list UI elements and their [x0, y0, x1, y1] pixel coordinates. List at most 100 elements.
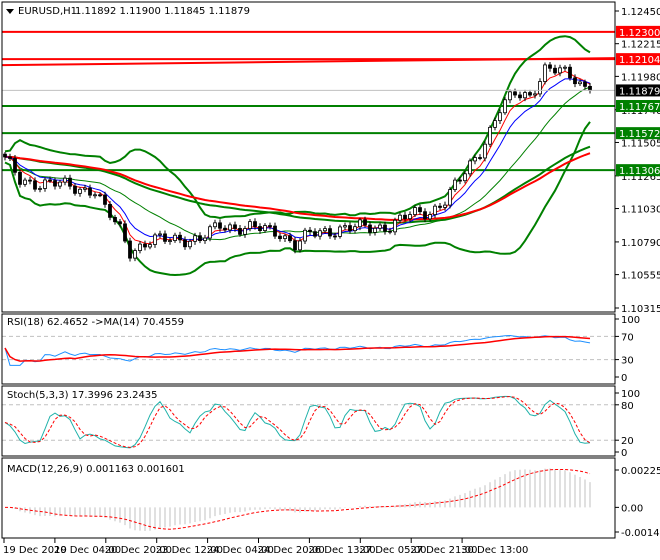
- level-price-tag-label: 1.12104: [619, 55, 660, 66]
- candle: [438, 205, 442, 208]
- candle: [563, 66, 567, 69]
- candle: [558, 67, 562, 74]
- candle: [453, 179, 457, 191]
- candle: [113, 216, 117, 223]
- candle: [283, 235, 287, 239]
- collapse-triangle-icon[interactable]: [6, 9, 14, 14]
- rsi-title: RSI(18) 62.4652 ->MA(14) 70.4559: [7, 317, 184, 328]
- candle: [248, 221, 252, 229]
- candle: [463, 173, 467, 182]
- candle: [208, 226, 212, 239]
- indicator-tick-label: 100: [621, 389, 640, 400]
- candle: [368, 224, 372, 233]
- candle: [93, 194, 97, 197]
- candle: [528, 92, 532, 96]
- candle: [488, 126, 492, 145]
- price-tick-label: 1.10790: [621, 238, 660, 249]
- time-tick-label: 30 Dec 13:00: [461, 545, 528, 556]
- candle: [13, 158, 17, 173]
- candle: [328, 228, 332, 237]
- candle: [68, 177, 72, 187]
- candle: [148, 244, 152, 248]
- candle: [38, 188, 42, 190]
- candle: [168, 240, 172, 242]
- symbol-title: EURUSD,H1: [18, 6, 77, 17]
- candle: [213, 222, 217, 228]
- candle: [123, 223, 127, 242]
- candle: [483, 143, 487, 159]
- candle: [253, 221, 257, 227]
- macd-panel[interactable]: [5, 468, 591, 532]
- candle: [443, 204, 447, 208]
- candle: [83, 187, 87, 190]
- candle: [318, 230, 322, 237]
- stoch-panel[interactable]: [2, 395, 615, 449]
- candle: [23, 179, 27, 185]
- candle: [233, 224, 237, 229]
- candle: [308, 229, 312, 233]
- candle: [238, 228, 242, 235]
- candle: [243, 228, 247, 235]
- price-panel[interactable]: [1, 30, 616, 277]
- candle: [493, 120, 497, 128]
- candle: [358, 219, 362, 228]
- level-price-tag-label: 1.11306: [619, 166, 660, 177]
- candle: [188, 240, 192, 248]
- candle: [63, 177, 67, 183]
- candle: [118, 221, 122, 225]
- indicator-tick-label: 30: [621, 356, 634, 367]
- candle: [158, 233, 162, 236]
- stoch-title: Stoch(5,3,3) 17.3996 23.2435: [7, 390, 158, 401]
- candle: [153, 234, 157, 245]
- candle: [578, 81, 582, 85]
- candle: [583, 81, 587, 87]
- candle: [138, 243, 142, 251]
- candle: [293, 240, 297, 251]
- candle: [103, 194, 107, 205]
- price-tick-label: 1.11030: [621, 205, 660, 216]
- candle: [58, 181, 62, 187]
- candle: [458, 179, 462, 182]
- candle: [313, 231, 317, 237]
- candle: [218, 222, 222, 229]
- price-axes: 1.124501.122151.119801.117401.115051.112…: [615, 7, 660, 539]
- candle: [263, 225, 267, 232]
- candle: [348, 225, 352, 232]
- candle: [303, 229, 307, 242]
- candle: [363, 219, 367, 226]
- level-price-tag-label: 1.11572: [619, 129, 660, 140]
- candle: [268, 225, 272, 227]
- price-tick-label: 1.12215: [621, 40, 660, 51]
- candle: [403, 214, 407, 220]
- candle: [508, 91, 512, 101]
- candle: [88, 187, 92, 196]
- candle: [3, 153, 7, 158]
- candle: [108, 203, 112, 218]
- candle: [198, 235, 202, 242]
- trading-chart[interactable]: EURUSD,H1 1.11892 1.11900 1.11845 1.1187…: [0, 0, 660, 560]
- candle: [173, 234, 177, 241]
- price-tick-label: 1.11980: [621, 72, 660, 83]
- level-price-tag-label: 1.12300: [619, 28, 660, 39]
- candle: [588, 85, 592, 91]
- candle: [478, 157, 482, 159]
- candle: [143, 243, 147, 248]
- candle: [413, 207, 417, 215]
- indicator-tick-label: 0: [621, 448, 627, 459]
- candle: [133, 250, 137, 259]
- macd-signal-line: [5, 469, 591, 530]
- candle: [183, 239, 187, 248]
- candle: [53, 180, 57, 187]
- indicator-tick-label: 100: [621, 315, 640, 326]
- candle: [128, 240, 132, 259]
- price-tick-label: 1.12450: [621, 7, 660, 18]
- candle: [333, 235, 337, 238]
- candle: [178, 234, 182, 241]
- candle: [278, 235, 282, 239]
- rsi-panel[interactable]: [2, 334, 615, 366]
- candle: [78, 188, 82, 194]
- candle: [548, 64, 552, 69]
- candle: [513, 91, 517, 96]
- candle: [298, 240, 302, 251]
- indicator-tick-label: 70: [621, 332, 634, 343]
